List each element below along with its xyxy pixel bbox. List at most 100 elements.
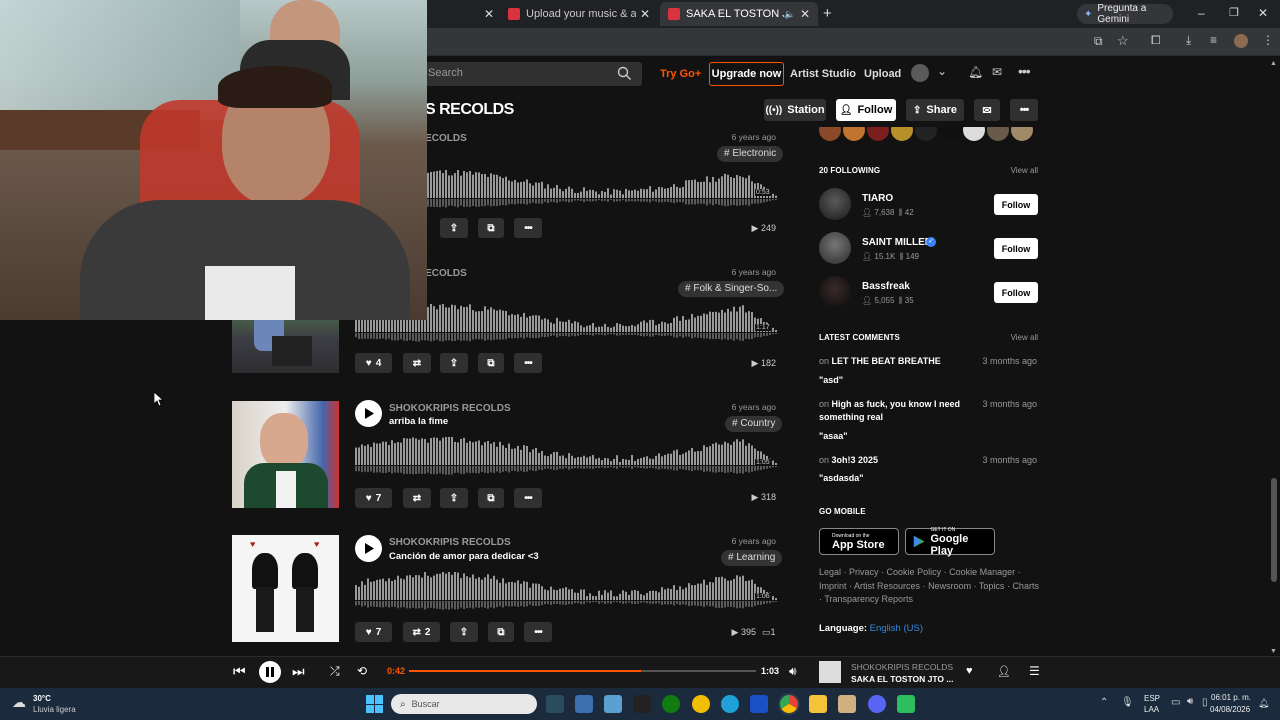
genre-tag[interactable]: # Learning	[721, 550, 783, 566]
copy-link-button[interactable]: ⧉	[478, 353, 504, 373]
taskbar-app-icon[interactable]	[575, 695, 593, 713]
search-icon[interactable]	[617, 66, 632, 81]
repost-button[interactable]: ⇄	[403, 353, 431, 373]
station-button[interactable]: ((•)) Station	[764, 99, 826, 121]
following-avatar[interactable]	[819, 232, 851, 264]
profile-avatar[interactable]	[1234, 34, 1248, 48]
follow-user-icon[interactable]: 👤︎	[997, 665, 1011, 678]
language-bottom[interactable]: LAA	[1144, 705, 1159, 714]
track-more-button[interactable]: •••	[514, 218, 542, 238]
scroll-up-icon[interactable]: ▲	[1270, 60, 1277, 67]
footer-link[interactable]: Newsroom	[928, 581, 971, 591]
following-name[interactable]: SAINT MILLER	[862, 237, 932, 248]
share-track-button[interactable]: ⇪	[450, 622, 478, 642]
track-artwork[interactable]: ♥ ♥	[232, 535, 339, 642]
taskbar-app-icon[interactable]	[633, 695, 651, 713]
search-input[interactable]: Search	[420, 62, 642, 86]
liker-avatar[interactable]	[843, 127, 865, 141]
comment-track[interactable]: on LET THE BEAT BREATHE	[819, 355, 979, 368]
like-heart-icon[interactable]: ♥	[966, 665, 973, 677]
gemini-button[interactable]: ✦ Pregunta a Gemini	[1077, 3, 1173, 25]
minimize-icon[interactable]: –	[1198, 6, 1205, 20]
like-button[interactable]: ♥ 7	[355, 488, 392, 508]
track-more-button[interactable]: •••	[514, 488, 542, 508]
like-button[interactable]: ♥ 4	[355, 353, 392, 373]
tab-upload[interactable]: Upload your music & audio and... ✕	[500, 2, 658, 26]
now-playing-track[interactable]: SAKA EL TOSTON JTO ...	[851, 674, 954, 684]
weather-cloud-icon[interactable]: ☁	[12, 694, 26, 711]
copy-link-button[interactable]: ⧉	[478, 488, 504, 508]
liker-avatar[interactable]	[963, 127, 985, 141]
extensions-icon[interactable]: ⧠	[1151, 33, 1161, 48]
close-tab-icon[interactable]: ✕	[800, 7, 810, 21]
repost-button[interactable]: ⇄ 2	[403, 622, 440, 642]
new-tab-icon[interactable]: +	[823, 5, 832, 22]
upload-link[interactable]: Upload	[864, 68, 901, 80]
messages-icon[interactable]: ✉	[992, 65, 1002, 79]
taskbar-app-icon[interactable]	[692, 695, 710, 713]
artist-more-button[interactable]: •••	[1010, 99, 1038, 121]
footer-link[interactable]: Imprint	[819, 581, 847, 591]
footer-link[interactable]: Privacy	[849, 567, 879, 577]
genre-tag[interactable]: # Folk & Singer-So...	[678, 281, 785, 297]
upgrade-button[interactable]: Upgrade now	[709, 62, 784, 86]
artist-studio-link[interactable]: Artist Studio	[790, 68, 856, 80]
taskbar-app-icon[interactable]	[546, 695, 564, 713]
liker-avatar[interactable]	[987, 127, 1009, 141]
close-window-icon[interactable]: ✕	[1258, 6, 1268, 20]
download-icon[interactable]: ⤓	[1186, 33, 1191, 48]
clock-date[interactable]: 04/08/2026	[1210, 705, 1250, 714]
liker-avatar[interactable]	[891, 127, 913, 141]
user-avatar[interactable]	[911, 64, 929, 82]
footer-link[interactable]: Cookie Manager	[949, 567, 1015, 577]
weather-temp[interactable]: 30°C	[33, 694, 51, 703]
speaker-icon[interactable]: 🔈	[784, 9, 795, 20]
media-control-icon[interactable]: ≡	[1210, 33, 1217, 47]
previous-track-icon[interactable]: ⏮	[233, 663, 246, 680]
battery-icon[interactable]: ▯	[1202, 697, 1208, 708]
comment-track[interactable]: on 3oh!3 2025	[819, 454, 979, 467]
now-playing-artwork[interactable]	[819, 661, 841, 683]
following-avatar[interactable]	[819, 276, 851, 308]
install-app-icon[interactable]: ⧉	[1094, 34, 1103, 49]
scroll-down-icon[interactable]: ▼	[1270, 648, 1277, 655]
track-waveform[interactable]	[355, 437, 780, 479]
track-title[interactable]: arriba la fime	[389, 416, 448, 427]
liker-avatar[interactable]	[1011, 127, 1033, 141]
comment-count[interactable]: ▭1	[762, 627, 776, 638]
tab-current-track[interactable]: SAKA EL TOSTON JTO FT. S 🔈 ✕	[660, 2, 818, 26]
share-button[interactable]: ⇪ Share	[906, 99, 964, 121]
share-track-button[interactable]: ⇪	[440, 488, 468, 508]
queue-icon[interactable]: ☰	[1029, 664, 1040, 678]
taskbar-app-icon[interactable]	[897, 695, 915, 713]
close-tab-icon[interactable]: ✕	[640, 7, 650, 21]
following-name[interactable]: Bassfreak	[862, 281, 910, 292]
track-waveform[interactable]	[355, 572, 780, 614]
windows-start-icon[interactable]	[366, 695, 384, 713]
comment-track-title[interactable]: 3oh!3 2025	[832, 455, 879, 465]
following-avatar[interactable]	[819, 188, 851, 220]
notifications-bell-icon[interactable]: 🔔︎	[968, 65, 983, 79]
track-user[interactable]: SHOKOKRIPIS RECOLDS	[389, 403, 511, 414]
like-button[interactable]: ♥ 7	[355, 622, 392, 642]
liker-avatar[interactable]	[915, 127, 937, 141]
play-button[interactable]	[355, 535, 382, 562]
tray-chevron-up-icon[interactable]: ⌃	[1100, 697, 1108, 708]
footer-link[interactable]: Transparency Reports	[824, 594, 913, 604]
chevron-down-icon[interactable]: ⌄	[937, 64, 947, 78]
microphone-icon[interactable]: 🎙︎	[1121, 697, 1134, 708]
app-store-badge[interactable]: Download on the App Store	[819, 528, 899, 555]
pause-button[interactable]	[259, 661, 281, 683]
google-play-badge[interactable]: GET IT ON Google Play	[905, 527, 995, 557]
network-icon[interactable]: ▭	[1171, 697, 1180, 708]
footer-link[interactable]: Cookie Policy	[887, 567, 942, 577]
file-explorer-icon[interactable]	[809, 695, 827, 713]
copy-link-button[interactable]: ⧉	[488, 622, 514, 642]
progress-track[interactable]	[409, 670, 756, 672]
volume-tray-icon[interactable]: 🔊︎	[1187, 696, 1193, 707]
comment-track-title[interactable]: High as fuck, you know I need something …	[819, 399, 960, 422]
copy-link-button[interactable]: ⧉	[478, 218, 504, 238]
liker-avatar[interactable]	[867, 127, 889, 141]
taskbar-search-input[interactable]: ⌕ Buscar	[391, 694, 537, 714]
share-track-button[interactable]: ⇪	[440, 218, 468, 238]
